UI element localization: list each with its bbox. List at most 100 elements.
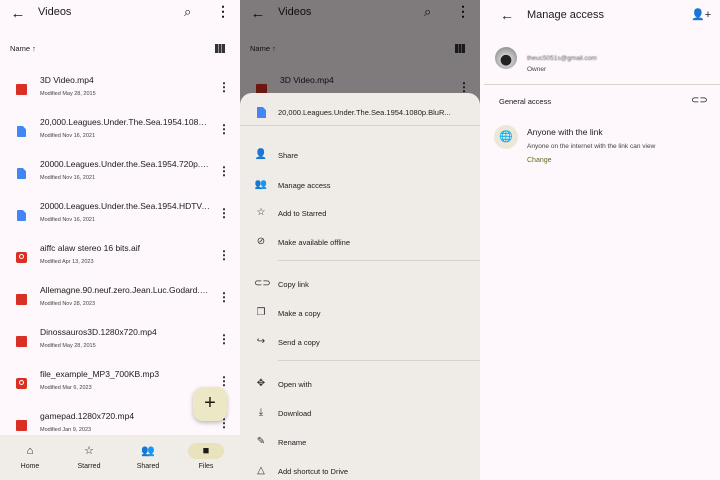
more-icon[interactable]: ⋮: [218, 122, 230, 136]
person-add-icon: 👤: [254, 149, 268, 160]
sort-button[interactable]: Name ↑: [10, 44, 36, 53]
file-name: gamepad.1280x720.mp4: [40, 411, 135, 421]
nav-shared[interactable]: 👥 Shared: [118, 435, 178, 480]
more-icon[interactable]: ⋮: [218, 374, 230, 388]
nav-label: Home: [20, 463, 40, 470]
rename-icon: ✎: [256, 436, 266, 447]
folder-icon: ■: [188, 443, 224, 459]
more-icon[interactable]: ⋮: [218, 332, 230, 346]
doc-file-icon: [17, 126, 26, 137]
audio-file-icon: [16, 252, 27, 263]
video-file-icon: [16, 84, 27, 95]
people-icon: 👥: [141, 445, 155, 457]
menu-item-label: Open with: [278, 380, 312, 389]
grid-view-icon[interactable]: [215, 44, 225, 53]
more-icon[interactable]: ⋮: [218, 80, 230, 94]
change-button[interactable]: Change: [527, 157, 552, 164]
page-title: Videos: [38, 6, 72, 18]
sheet-file-name: 20,000.Leagues.Under.The.Sea.1954.1080p.…: [278, 108, 451, 117]
file-name: file_example_MP3_700KB.mp3: [40, 369, 160, 379]
file-row[interactable]: 20000.Leagues.Under.the.Sea.1954.720p.Bl…: [0, 155, 240, 195]
menu-item-label: Rename: [278, 438, 307, 447]
menu-item-manage-access[interactable]: 👥 Manage access: [240, 175, 480, 197]
back-icon[interactable]: ←: [8, 5, 28, 22]
nav-starred[interactable]: ☆ Starred: [59, 435, 119, 480]
menu-item-make-available-offline[interactable]: ⊘ Make available offline: [240, 232, 480, 254]
search-icon[interactable]: ⌕: [184, 4, 191, 20]
menu-item-label: Add shortcut to Drive: [278, 467, 349, 476]
menu-item-label: Copy link: [278, 280, 309, 289]
file-modified: Modified Nov 16, 2021: [40, 175, 96, 181]
divider: [484, 84, 720, 85]
file-name: 20000.Leagues.Under.the.Sea.1954.720p.Bl…: [40, 159, 210, 169]
actions-sheet: 20,000.Leagues.Under.The.Sea.1954.1080p.…: [240, 93, 480, 480]
file-modified: Modified Apr 13, 2023: [40, 259, 94, 265]
owner-email: theuc5051s@gmail.com: [527, 55, 597, 62]
menu-item-rename[interactable]: ✎ Rename: [240, 432, 480, 454]
audio-file-icon: [16, 378, 27, 389]
more-icon[interactable]: ⋮: [218, 164, 230, 178]
more-icon[interactable]: ⋮: [218, 290, 230, 304]
menu-item-label: Make available offline: [278, 238, 350, 247]
video-file-icon: [16, 336, 27, 347]
file-name: Allemagne.90.neuf.zero.Jean.Luc.Godard.1…: [40, 285, 210, 295]
general-access-heading: General access: [499, 97, 552, 106]
top-bar: ← Videos ⌕ ⋮: [0, 0, 240, 30]
more-icon[interactable]: ⋮: [218, 248, 230, 262]
page-title: Manage access: [527, 9, 605, 21]
globe-icon: 🌐: [494, 125, 518, 149]
link-icon[interactable]: ⊂⊃: [691, 95, 708, 106]
menu-item-label: Add to Starred: [278, 209, 327, 218]
file-name: 3D Video.mp4: [40, 75, 94, 85]
file-row[interactable]: 3D Video.mp4 Modified May 28, 2015 ⋮: [0, 71, 240, 111]
menu-item-share[interactable]: 👤 Share: [240, 145, 480, 167]
shortcut-icon: △: [257, 465, 265, 476]
nav-label: Starred: [77, 463, 101, 470]
file-name: Dinossauros3D.1280x720.mp4: [40, 327, 157, 337]
menu-item-label: Share: [278, 151, 299, 160]
file-modified: Modified May 28, 2015: [40, 91, 96, 97]
add-person-icon[interactable]: 👤+: [691, 8, 711, 21]
nav-label: Shared: [136, 463, 160, 470]
file-name: aiffc alaw stereo 16 bits.aif: [40, 243, 141, 253]
offline-icon: ⊘: [256, 236, 266, 247]
file-modified: Modified Nov 28, 2023: [40, 301, 96, 307]
more-icon[interactable]: ⋮: [218, 206, 230, 220]
video-file-icon: [16, 294, 27, 305]
file-modified: Modified Jan 9, 2023: [40, 427, 92, 433]
link-icon: ⊂⊃: [254, 278, 271, 289]
menu-item-send-a-copy[interactable]: ↪ Send a copy: [240, 332, 480, 354]
menu-item-label: Manage access: [278, 181, 331, 190]
file-modified: Modified May 28, 2015: [40, 343, 96, 349]
file-row[interactable]: Allemagne.90.neuf.zero.Jean.Luc.Godard.1…: [0, 281, 240, 321]
doc-file-icon: [17, 210, 26, 221]
menu-item-add-to-starred[interactable]: ☆ Add to Starred: [240, 203, 480, 225]
nav-home[interactable]: ⌂ Home: [0, 435, 60, 480]
menu-item-download[interactable]: ⤓ Download: [240, 403, 480, 425]
access-title: Anyone with the link: [527, 127, 603, 137]
download-icon: ⤓: [258, 407, 264, 418]
new-button[interactable]: +: [193, 387, 227, 421]
menu-item-open-with[interactable]: ✥ Open with: [240, 374, 480, 396]
menu-item-copy-link[interactable]: ⊂⊃ Copy link: [240, 274, 480, 296]
more-icon[interactable]: ⋮: [216, 3, 230, 20]
file-row[interactable]: 20000.Leagues.Under.the.Sea.1954.HDTV.x2…: [0, 197, 240, 237]
file-row[interactable]: 20,000.Leagues.Under.The.Sea.1954.1080p.…: [0, 113, 240, 153]
back-icon[interactable]: ←: [500, 7, 514, 23]
file-row[interactable]: Dinossauros3D.1280x720.mp4 Modified May …: [0, 323, 240, 363]
files-screen: ← Videos ⌕ ⋮ Name ↑ 3D Video.mp4 Modifie…: [0, 0, 240, 480]
open-with-icon: ✥: [256, 378, 266, 389]
nav-files[interactable]: ■ Files: [176, 435, 236, 480]
menu-item-make-a-copy[interactable]: ❐ Make a copy: [240, 303, 480, 325]
send-icon: ↪: [256, 336, 266, 347]
menu-item-label: Make a copy: [278, 309, 321, 318]
file-modified: Modified Mar 6, 2023: [40, 385, 92, 391]
copy-icon: ❐: [256, 307, 266, 318]
nav-label: Files: [198, 463, 214, 470]
file-row[interactable]: aiffc alaw stereo 16 bits.aif Modified A…: [0, 239, 240, 279]
avatar: [495, 47, 517, 69]
star-icon: ☆: [256, 207, 266, 218]
manage-access-screen: ← Manage access 👤+ theuc5051s@gmail.com …: [480, 0, 720, 480]
menu-item-add-shortcut-to-drive[interactable]: △ Add shortcut to Drive: [240, 461, 480, 480]
file-modified: Modified Nov 16, 2021: [40, 133, 96, 139]
